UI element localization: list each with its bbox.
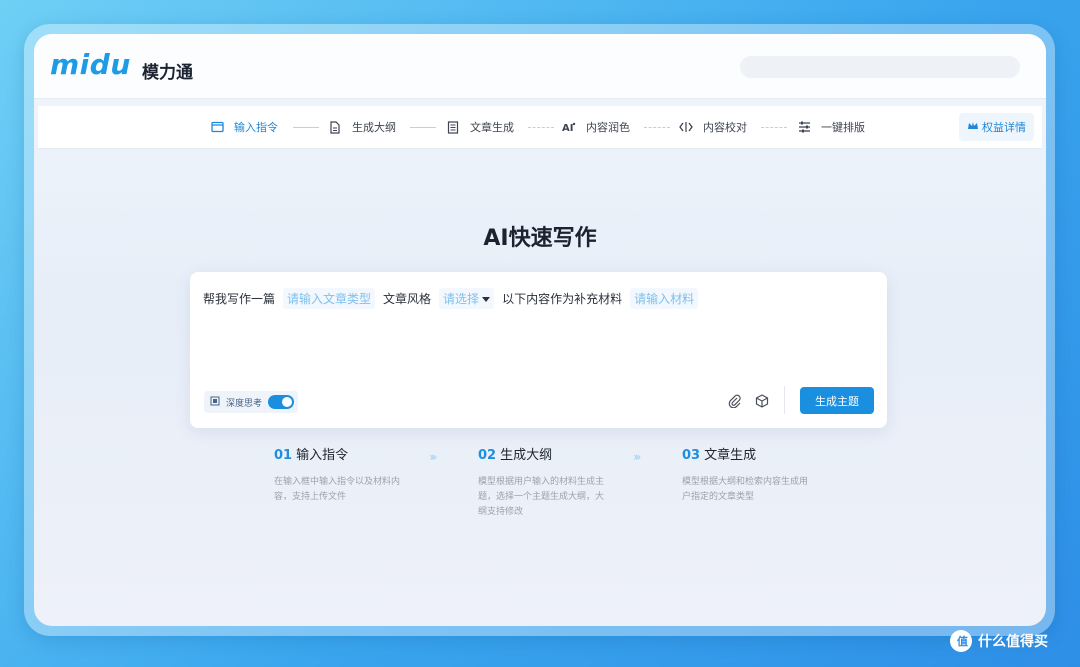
top-bar: midu 模力通 <box>34 34 1046 99</box>
guide-title: 文章生成 <box>704 448 757 463</box>
logo-chinese-name: 模力通 <box>142 63 193 83</box>
logo-wordmark: midu <box>50 48 131 81</box>
watermark-text: 什么值得买 <box>978 634 1048 650</box>
rights-label: 权益详情 <box>982 121 1026 134</box>
caret-down-icon <box>482 292 491 306</box>
guide-description: 在输入框中输入指令以及材料内容，支持上传文件 <box>274 477 401 502</box>
page-title: AI快速写作 <box>483 226 597 251</box>
svg-text:AI: AI <box>562 123 573 133</box>
guide-step-1: 01 输入指令 在输入框中输入指令以及材料内容，支持上传文件 <box>274 444 414 505</box>
guide-title: 输入指令 <box>296 448 349 463</box>
step-label: 内容校对 <box>703 121 747 134</box>
layout-icon <box>797 120 811 134</box>
step-connector <box>410 127 436 128</box>
article-type-input[interactable]: 请输入文章类型 <box>283 288 376 309</box>
generate-topic-button[interactable]: 生成主题 <box>800 387 874 414</box>
material-label: 以下内容作为补充材料 <box>502 292 623 306</box>
step-one-click-layout[interactable]: 一键排版 <box>797 106 865 148</box>
chevron-right-icon: ››› <box>633 450 642 464</box>
ai-polish-icon: AI <box>562 120 576 134</box>
guide-number: 03 <box>682 448 701 463</box>
document-icon <box>328 120 342 134</box>
prompt-sentence: 帮我写作一篇 请输入文章类型 文章风格 请选择 以下内容作为补充材料 请输入材料 <box>203 288 699 309</box>
guide-step-3: 03 文章生成 模型根据大纲和检索内容生成用户指定的文章类型 <box>682 444 822 505</box>
guide-title: 生成大纲 <box>500 448 553 463</box>
app-window: midu 模力通 输入指令 生成大纲 文章生成 AI 内容润色 内容校对 一键排… <box>34 34 1046 626</box>
chevron-right-icon: ››› <box>429 450 438 464</box>
watermark: 值 什么值得买 <box>950 630 1048 652</box>
guide-description: 模型根据大纲和检索内容生成用户指定的文章类型 <box>682 477 809 502</box>
search-bar[interactable] <box>740 56 1020 78</box>
step-generate-outline[interactable]: 生成大纲 <box>328 106 396 148</box>
deep-think-icon <box>210 396 220 409</box>
step-connector <box>761 127 787 128</box>
prompt-card: 帮我写作一篇 请输入文章类型 文章风格 请选择 以下内容作为补充材料 请输入材料… <box>190 272 887 428</box>
cube-icon[interactable] <box>753 392 771 410</box>
step-connector <box>528 127 554 128</box>
style-select-value: 请选择 <box>443 292 480 306</box>
attachment-icon[interactable] <box>726 392 744 410</box>
step-label: 内容润色 <box>586 121 630 134</box>
guide-number: 01 <box>274 448 293 463</box>
step-input-command[interactable]: 输入指令 <box>210 106 278 148</box>
smzdm-logo-icon: 值 <box>950 630 972 652</box>
step-label: 生成大纲 <box>352 121 396 134</box>
step-connector <box>644 127 670 128</box>
step-content-proofread[interactable]: 内容校对 <box>679 106 747 148</box>
article-icon <box>446 120 460 134</box>
style-select[interactable]: 请选择 <box>439 288 495 309</box>
deep-think-toggle[interactable]: 深度思考 <box>204 391 299 413</box>
toggle-switch[interactable] <box>268 395 295 409</box>
guide-number: 02 <box>478 448 497 463</box>
step-label: 输入指令 <box>234 121 278 134</box>
deep-think-label: 深度思考 <box>226 398 263 409</box>
step-label: 文章生成 <box>470 121 514 134</box>
crown-icon <box>967 121 978 134</box>
step-navigation: 输入指令 生成大纲 文章生成 AI 内容润色 内容校对 一键排版 权益详情 <box>38 106 1042 149</box>
prompt-prefix: 帮我写作一篇 <box>203 292 276 306</box>
style-label: 文章风格 <box>383 292 432 306</box>
compare-icon <box>679 120 693 134</box>
step-content-polish[interactable]: AI 内容润色 <box>562 106 630 148</box>
window-icon <box>210 120 224 134</box>
guide-step-2: 02 生成大纲 模型根据用户输入的材料生成主题，选择一个主题生成大纲，大纲支持修… <box>478 444 618 520</box>
step-connector <box>293 127 319 128</box>
toolbar-divider <box>784 386 785 414</box>
guide-description: 模型根据用户输入的材料生成主题，选择一个主题生成大纲，大纲支持修改 <box>478 477 605 517</box>
rights-details-button[interactable]: 权益详情 <box>959 113 1034 141</box>
material-input[interactable]: 请输入材料 <box>630 288 699 309</box>
step-label: 一键排版 <box>821 121 865 134</box>
svg-text:值: 值 <box>957 634 968 648</box>
step-article-generate[interactable]: 文章生成 <box>446 106 514 148</box>
